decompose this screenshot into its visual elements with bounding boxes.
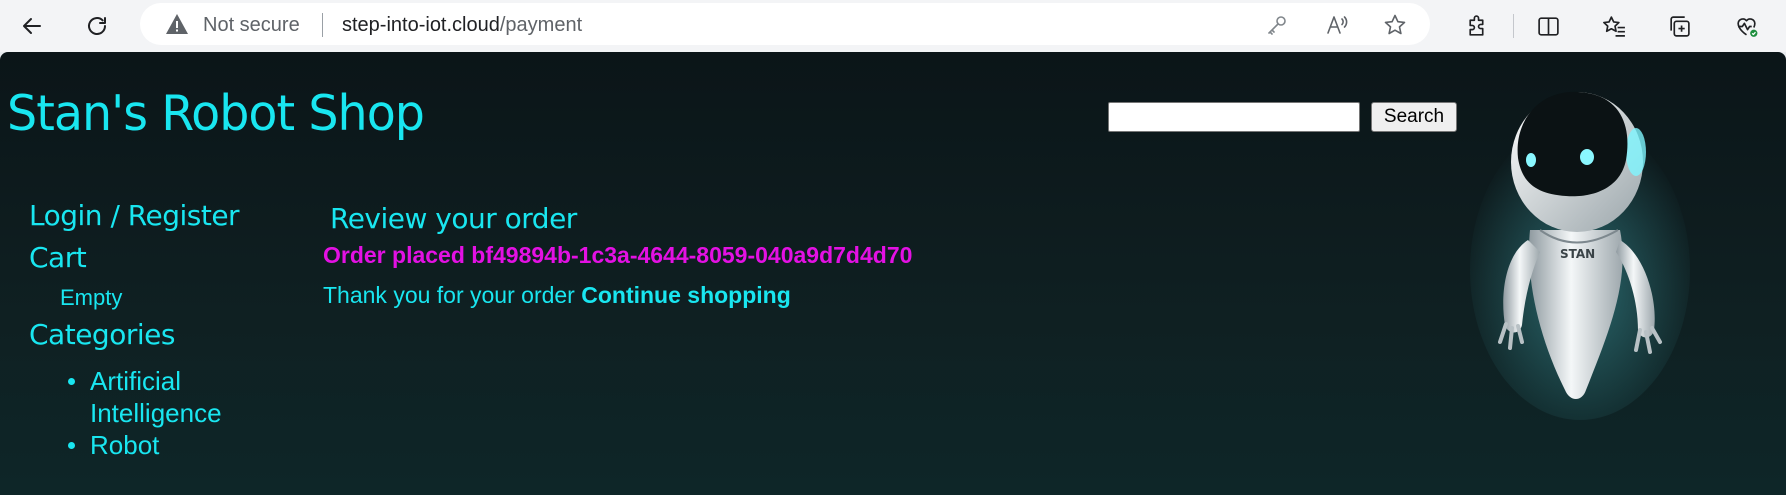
url-text[interactable]: step-into-iot.cloud/payment xyxy=(342,14,582,37)
site-title[interactable]: Stan's Robot Shop xyxy=(7,85,425,142)
review-order-heading: Review your order xyxy=(330,202,577,235)
search-input[interactable] xyxy=(1108,102,1360,132)
thanks-text: Thank you for your order xyxy=(323,282,582,308)
read-aloud-icon[interactable] xyxy=(1323,11,1351,39)
search-button[interactable]: Search xyxy=(1371,102,1457,132)
extensions-icon[interactable] xyxy=(1460,9,1494,43)
favorites-icon[interactable] xyxy=(1597,9,1631,43)
security-status[interactable]: Not secure xyxy=(203,14,300,37)
web-page: Stan's Robot Shop Search Login / Registe… xyxy=(0,52,1786,495)
category-item-artificial-intelligence[interactable]: Artificial Intelligence xyxy=(62,365,260,429)
url-path: /payment xyxy=(499,14,583,36)
collections-icon[interactable] xyxy=(1662,9,1696,43)
browser-essentials-icon[interactable] xyxy=(1729,9,1763,43)
robot-mascot-image: STAN xyxy=(1470,91,1690,420)
bullet-icon xyxy=(68,442,75,449)
warning-icon xyxy=(166,14,188,34)
order-placed-message: Order placed bf49894b-1c3a-4644-8059-040… xyxy=(323,242,913,268)
address-bar[interactable]: Not secure step-into-iot.cloud/payment xyxy=(140,3,1430,45)
url-domain: step-into-iot.cloud xyxy=(342,14,500,36)
thank-you-message: Thank you for your order Continue shoppi… xyxy=(323,282,791,309)
robot-badge: STAN xyxy=(1560,247,1595,261)
browser-toolbar: Not secure step-into-iot.cloud/payment xyxy=(0,0,1786,52)
category-label[interactable]: Artificial Intelligence xyxy=(90,366,222,428)
category-label[interactable]: Robot xyxy=(90,430,159,460)
star-icon[interactable] xyxy=(1381,11,1409,39)
continue-shopping-link[interactable]: Continue shopping xyxy=(581,282,791,308)
category-list: Artificial Intelligence Robot xyxy=(62,365,260,461)
cart-heading[interactable]: Cart xyxy=(29,241,87,274)
cart-status: Empty xyxy=(60,285,123,310)
split-screen-icon[interactable] xyxy=(1531,9,1565,43)
login-register-link[interactable]: Login / Register xyxy=(29,199,240,232)
separator xyxy=(322,13,323,37)
back-arrow-icon[interactable] xyxy=(14,8,50,44)
bullet-icon xyxy=(68,378,75,385)
category-item-robot[interactable]: Robot xyxy=(62,429,260,461)
refresh-icon[interactable] xyxy=(79,8,115,44)
key-icon[interactable] xyxy=(1263,11,1291,39)
categories-heading: Categories xyxy=(29,318,175,351)
toolbar-separator xyxy=(1513,14,1514,38)
